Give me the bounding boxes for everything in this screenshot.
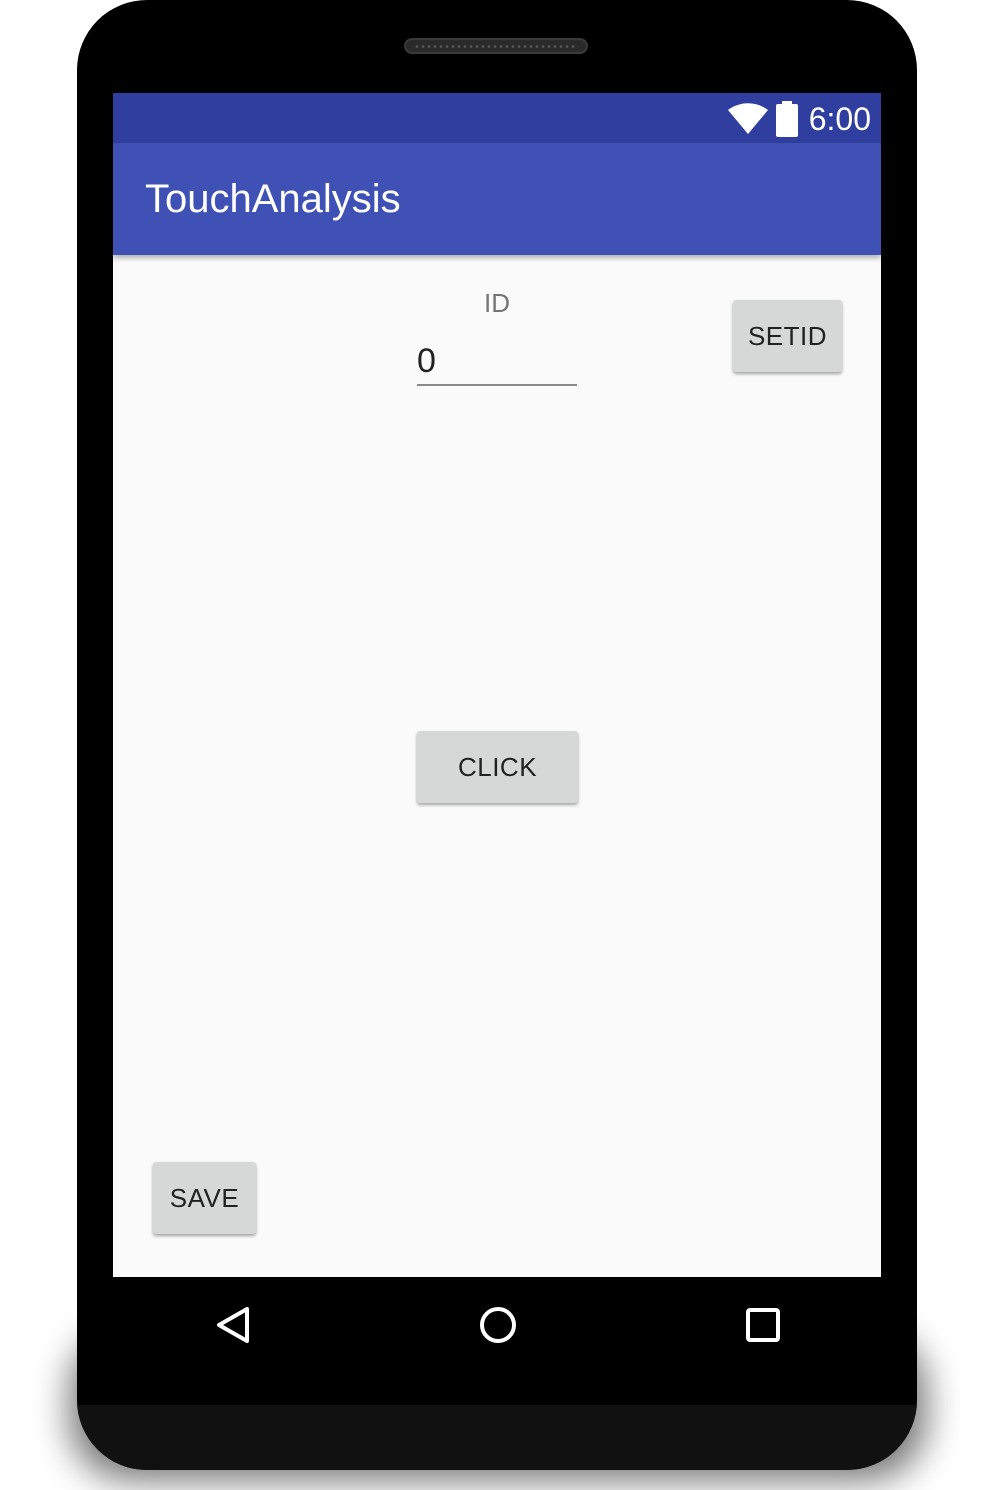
speaker-grille — [404, 38, 588, 54]
battery-icon — [775, 101, 799, 142]
id-input[interactable] — [417, 338, 577, 386]
back-icon[interactable] — [213, 1305, 253, 1350]
click-button[interactable]: CLICK — [417, 731, 578, 803]
navigation-bar — [113, 1277, 881, 1373]
status-time: 6:00 — [808, 101, 871, 137]
app-screen: 6:00 TouchAnalysis ID SETID CLICK SAVE — [113, 93, 881, 1277]
home-icon[interactable] — [478, 1305, 518, 1350]
phone-chin — [77, 1405, 917, 1470]
status-bar: 6:00 — [113, 93, 881, 143]
app-title: TouchAnalysis — [145, 177, 401, 221]
recents-icon[interactable] — [743, 1305, 783, 1350]
app-bar: TouchAnalysis — [113, 143, 881, 255]
setid-button[interactable]: SETID — [733, 300, 842, 372]
save-button[interactable]: SAVE — [153, 1162, 256, 1234]
id-label: ID — [484, 288, 510, 318]
wifi-icon — [727, 103, 769, 140]
